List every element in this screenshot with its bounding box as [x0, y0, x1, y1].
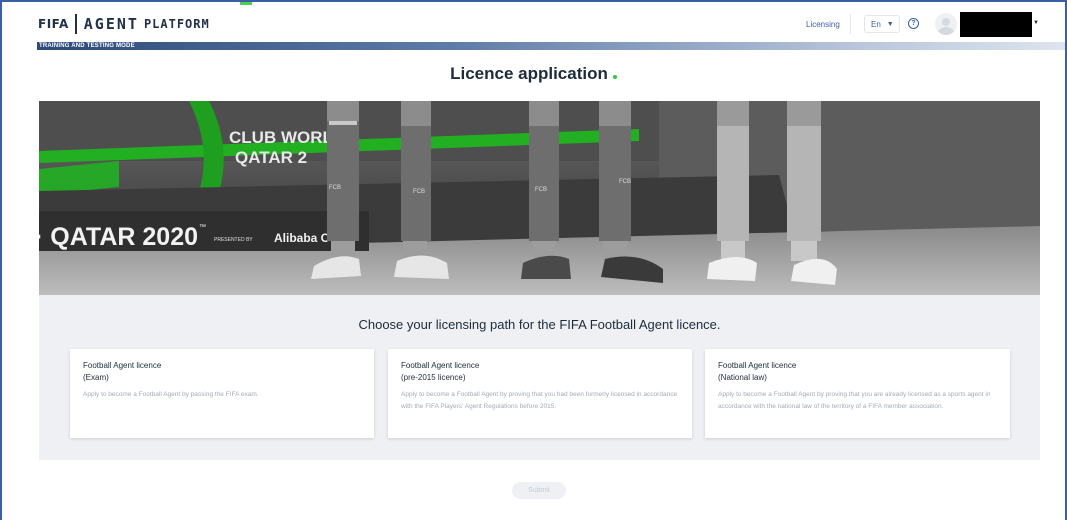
card-subtitle: (pre-2015 licence) — [401, 373, 466, 382]
licensing-path-section: Choose your licensing path for the FIFA … — [39, 295, 1040, 460]
title-accent-dot — [612, 75, 617, 79]
training-mode-text: TRAINING AND TESTING MODE — [39, 43, 135, 49]
card-title: Football Agent licence — [718, 361, 797, 370]
sock-brand-2: FCB — [413, 189, 425, 195]
card-description: Apply to become a Football Agent by pass… — [83, 391, 259, 398]
card-description: Apply to become a Football Agent by prov… — [401, 391, 678, 410]
nav-link-licensing[interactable]: Licensing — [806, 20, 840, 29]
logo-separator — [74, 14, 77, 34]
logo-fifa-text: FIFA — [38, 17, 69, 31]
nav-divider — [850, 14, 851, 34]
card-description: Apply to become a Football Agent by prov… — [718, 391, 991, 410]
language-select[interactable]: En ▼ — [864, 15, 900, 33]
user-menu-chevron-icon[interactable]: ▼ — [1033, 20, 1039, 26]
card-subtitle: (National law) — [718, 373, 767, 382]
hero-tm: ™ — [199, 224, 206, 231]
hero-illustration: CLUB WORL QATAR 2 · QATAR 2020 ™ PRESENT… — [39, 101, 1040, 295]
training-mode-banner: TRAINING AND TESTING MODE — [37, 42, 1065, 50]
sock-brand-3: FCB — [535, 187, 547, 193]
page-title: Licence application — [0, 64, 1067, 84]
card-subtitle: (Exam) — [83, 373, 109, 382]
user-name-redacted[interactable] — [960, 12, 1032, 37]
sock-brand-4: FCB — [619, 179, 631, 185]
hero-wall-text-2: QATAR 2 — [235, 148, 307, 167]
accent-tab — [240, 2, 252, 5]
hero-sponsor: Alibaba C — [274, 231, 330, 245]
hero-banner-text: · QATAR 2020 — [39, 223, 198, 251]
licence-card-pre-2015[interactable]: Football Agent licence (pre-2015 licence… — [388, 349, 692, 438]
avatar-body-shape — [938, 27, 954, 35]
sock-brand-1: FCB — [329, 185, 341, 191]
logo-platform-text: PLATFORM — [143, 17, 210, 31]
language-selected-value: En — [871, 19, 881, 29]
fifa-agent-platform-logo[interactable]: FIFA AGENT PLATFORM — [38, 14, 210, 34]
top-navigation-bar: FIFA AGENT PLATFORM Licensing En ▼ ? ▼ — [2, 2, 1065, 42]
licence-card-national-law[interactable]: Football Agent licence (National law) Ap… — [705, 349, 1010, 438]
card-title: Football Agent licence — [401, 361, 480, 370]
user-avatar-icon[interactable] — [935, 13, 957, 35]
chevron-down-icon: ▼ — [886, 20, 894, 28]
submit-button[interactable]: Submit — [512, 482, 566, 499]
page-title-text: Licence application — [450, 64, 608, 83]
help-circle-icon[interactable]: ? — [908, 18, 919, 29]
hero-presented-by: PRESENTED BY — [214, 237, 253, 243]
hero-wall-text: CLUB WORL — [229, 128, 333, 147]
card-title: Football Agent licence — [83, 361, 162, 370]
hero-banner-image: CLUB WORL QATAR 2 · QATAR 2020 ™ PRESENT… — [39, 101, 1040, 295]
logo-agent-text: AGENT — [83, 15, 139, 33]
licensing-path-heading: Choose your licensing path for the FIFA … — [358, 317, 721, 332]
licence-card-exam[interactable]: Football Agent licence (Exam) Apply to b… — [70, 349, 374, 438]
avatar-head-shape — [942, 18, 950, 26]
